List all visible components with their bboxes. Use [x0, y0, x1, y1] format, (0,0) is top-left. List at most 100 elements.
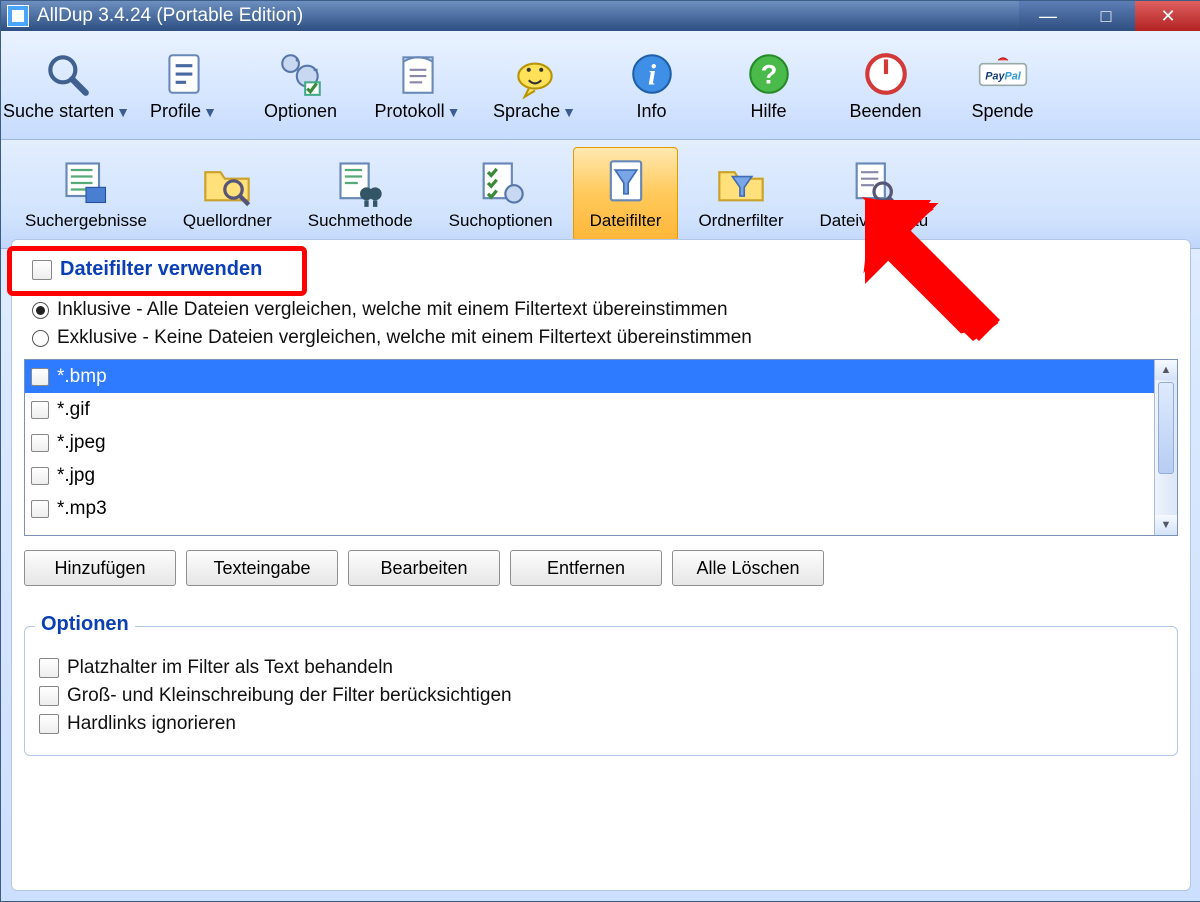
list-item-text: *.mp3 [57, 498, 107, 520]
clear-all-button[interactable]: Alle Löschen [672, 550, 824, 586]
svg-text:?: ? [760, 58, 777, 89]
list-item[interactable]: *.jpeg [25, 426, 1154, 459]
tab-label: Dateivorschau [819, 211, 928, 231]
svg-text:PayPal: PayPal [985, 70, 1022, 82]
toolbar-suche-starten[interactable]: Suche starten▼ [9, 39, 124, 131]
tab-dateifilter[interactable]: Dateifilter [573, 147, 679, 241]
toolbar-label: Optionen [264, 101, 337, 122]
scroll-up-icon[interactable]: ▲ [1155, 360, 1177, 380]
exit-icon [861, 49, 911, 99]
toolbar-optionen[interactable]: Optionen [243, 39, 358, 131]
use-file-filter-checkbox[interactable] [32, 260, 52, 280]
filter-button-row: Hinzufügen Texteingabe Bearbeiten Entfer… [24, 550, 1178, 586]
tab-label: Suchoptionen [449, 211, 553, 231]
radio-exclusive-label: Exklusive - Keine Dateien vergleichen, w… [57, 327, 752, 349]
toolbar-spende[interactable]: PayPal Spende [945, 39, 1060, 131]
tab-suchoptionen[interactable]: Suchoptionen [433, 148, 569, 240]
list-item-checkbox[interactable] [31, 500, 49, 518]
scroll-down-icon[interactable]: ▼ [1155, 515, 1177, 535]
toolbar-label: Info [636, 101, 666, 122]
list-item-text: *.bmp [57, 366, 107, 388]
tab-quellordner[interactable]: Quellordner [167, 148, 288, 240]
list-item-text: *.jpeg [57, 432, 106, 454]
dropdown-caret-icon: ▼ [203, 104, 217, 120]
file-preview-icon [848, 157, 900, 209]
text-input-button[interactable]: Texteingabe [186, 550, 338, 586]
opt-case-checkbox[interactable] [39, 686, 59, 706]
close-button[interactable]: ✕ [1135, 1, 1200, 31]
options-group-title: Optionen [35, 613, 135, 636]
maximize-button[interactable]: □ [1077, 1, 1135, 31]
paypal-icon: PayPal [978, 49, 1028, 99]
tab-toolbar: Suchergebnisse Quellordner Suchmethode S… [1, 140, 1200, 249]
list-item[interactable]: *.bmp [25, 360, 1154, 393]
filter-pattern-list[interactable]: *.bmp *.gif *.jpeg *.jpg *.mp3 [24, 359, 1178, 536]
tab-label: Suchmethode [308, 211, 413, 231]
toolbar-profile[interactable]: Profile▼ [126, 39, 241, 131]
app-icon [7, 5, 29, 27]
tab-ordnerfilter[interactable]: Ordnerfilter [682, 148, 799, 240]
app-window: AllDup 3.4.24 (Portable Edition) — □ ✕ S… [0, 0, 1200, 902]
source-folder-icon [201, 157, 253, 209]
toolbar-protokoll[interactable]: Protokoll▼ [360, 39, 475, 131]
tab-label: Suchergebnisse [25, 211, 147, 231]
list-item-checkbox[interactable] [31, 434, 49, 452]
filter-pattern-list-content: *.bmp *.gif *.jpeg *.jpg *.mp3 [25, 360, 1154, 535]
edit-button[interactable]: Bearbeiten [348, 550, 500, 586]
search-options-icon [475, 157, 527, 209]
search-method-icon [334, 157, 386, 209]
add-button[interactable]: Hinzufügen [24, 550, 176, 586]
toolbar-label: Spende [971, 101, 1033, 122]
toolbar-label: Profile [150, 101, 201, 121]
radio-inclusive[interactable] [32, 302, 49, 319]
scroll-thumb[interactable] [1158, 382, 1174, 474]
list-item[interactable]: *.jpg [25, 459, 1154, 492]
info-icon: i [627, 49, 677, 99]
svg-text:i: i [647, 59, 655, 91]
opt-case-label: Groß- und Kleinschreibung der Filter ber… [67, 685, 512, 707]
toolbar-label: Protokoll [375, 101, 445, 121]
vertical-scrollbar[interactable]: ▲ ▼ [1154, 360, 1177, 535]
toolbar-sprache[interactable]: Sprache▼ [477, 39, 592, 131]
options-group: Optionen Platzhalter im Filter als Text … [24, 626, 1178, 756]
minimize-button[interactable]: — [1019, 1, 1077, 31]
opt-wildcard-label: Platzhalter im Filter als Text behandeln [67, 657, 393, 679]
list-item-text: *.gif [57, 399, 90, 421]
toolbar-label: Beenden [849, 101, 921, 122]
profile-icon [159, 49, 209, 99]
opt-hardlinks-label: Hardlinks ignorieren [67, 713, 236, 735]
toolbar-label: Sprache [493, 101, 560, 121]
remove-button[interactable]: Entfernen [510, 550, 662, 586]
opt-hardlinks-checkbox[interactable] [39, 714, 59, 734]
list-item[interactable]: *.mp3 [25, 492, 1154, 525]
file-filter-panel: Dateifilter verwenden Inklusive - Alle D… [11, 239, 1191, 891]
protocol-icon [393, 49, 443, 99]
toolbar-label: Hilfe [750, 101, 786, 122]
titlebar: AllDup 3.4.24 (Portable Edition) — □ ✕ [1, 1, 1200, 31]
list-item-checkbox[interactable] [31, 467, 49, 485]
folder-filter-icon [715, 157, 767, 209]
opt-wildcard-checkbox[interactable] [39, 658, 59, 678]
toolbar-info[interactable]: i Info [594, 39, 709, 131]
file-filter-icon [600, 157, 652, 209]
radio-inclusive-label: Inklusive - Alle Dateien vergleichen, we… [57, 299, 728, 321]
tab-label: Quellordner [183, 211, 272, 231]
window-controls: — □ ✕ [1019, 1, 1200, 31]
radio-exclusive[interactable] [32, 330, 49, 347]
list-item[interactable]: *.gif [25, 393, 1154, 426]
tab-suchergebnisse[interactable]: Suchergebnisse [9, 148, 163, 240]
options-icon [276, 49, 326, 99]
language-icon [510, 49, 560, 99]
list-item-text: *.jpg [57, 465, 95, 487]
results-icon [60, 157, 112, 209]
toolbar-label: Suche starten [3, 101, 114, 121]
list-item-checkbox[interactable] [31, 401, 49, 419]
use-file-filter-label: Dateifilter verwenden [60, 258, 262, 281]
tab-label: Ordnerfilter [698, 211, 783, 231]
dropdown-caret-icon: ▼ [562, 104, 576, 120]
list-item-checkbox[interactable] [31, 368, 49, 386]
tab-dateivorschau[interactable]: Dateivorschau [803, 148, 944, 240]
tab-suchmethode[interactable]: Suchmethode [292, 148, 429, 240]
toolbar-hilfe[interactable]: ? Hilfe [711, 39, 826, 131]
toolbar-beenden[interactable]: Beenden [828, 39, 943, 131]
